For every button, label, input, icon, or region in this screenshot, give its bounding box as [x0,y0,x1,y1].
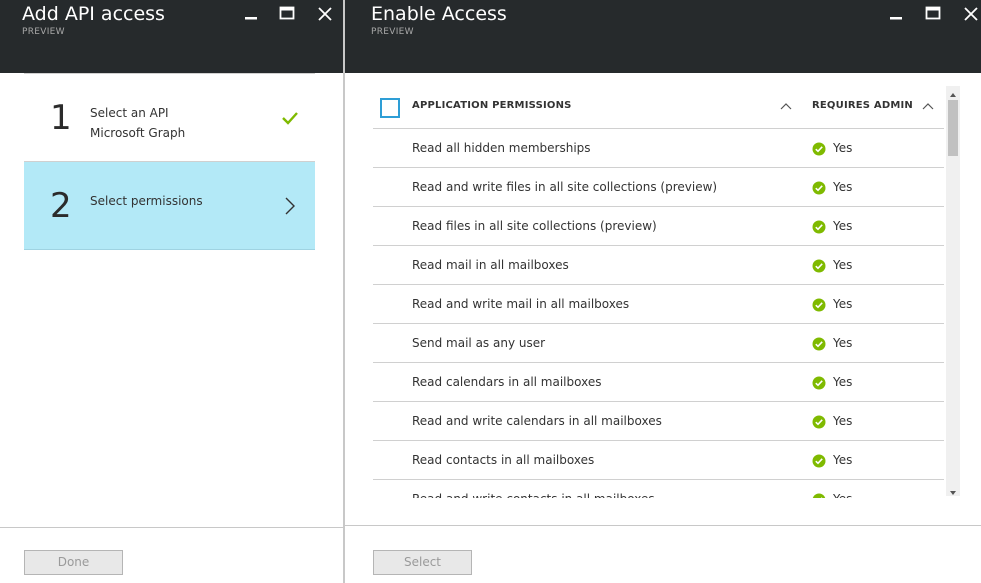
step-value: Microsoft Graph [90,126,186,140]
permission-name: Read and write calendars in all mailboxe… [412,414,662,428]
check-circle-icon [812,453,826,468]
minimize-icon[interactable] [886,4,906,24]
table-row[interactable]: Read files in all site collections (prev… [373,207,944,246]
requires-admin-value: Yes [833,141,853,155]
check-icon [281,110,299,130]
close-icon[interactable] [315,4,335,24]
check-circle-icon [812,492,826,498]
add-api-access-blade: Add API access PREVIEW 1 Select an API M… [0,0,343,583]
scroll-thumb[interactable] [948,100,958,156]
requires-admin-value: Yes [833,453,853,467]
permissions-list: Read all hidden memberships Yes Read and w… [373,129,944,498]
chevron-right-icon [284,196,296,220]
permission-name: Read files in all site collections (prev… [412,219,657,233]
scroll-down-icon[interactable] [946,484,960,496]
requires-admin-value: Yes [833,180,853,194]
step-select-permissions[interactable]: 2 Select permissions [24,162,315,250]
permission-name: Read all hidden memberships [412,141,591,155]
sort-chevron-up-icon[interactable] [780,98,792,110]
requires-admin-value: Yes [833,336,853,350]
grid-header: APPLICATION PERMISSIONS REQUIRES ADMIN [373,86,944,129]
footer-divider [0,527,343,528]
table-row[interactable]: Read mail in all mailboxes Yes [373,246,944,285]
blade-subtitle: PREVIEW [371,27,414,37]
select-all-checkbox[interactable] [380,98,400,118]
blade-subtitle: PREVIEW [22,27,65,37]
permission-name: Send mail as any user [412,336,546,350]
table-row[interactable]: Read all hidden memberships Yes [373,129,944,168]
select-button[interactable]: Select [373,550,472,575]
check-circle-icon [812,375,826,390]
maximize-icon[interactable] [277,4,297,24]
scrollbar[interactable] [946,86,960,496]
enable-access-blade: Enable Access PREVIEW APPLICATION PERMIS… [345,0,981,583]
blade-header: Add API access PREVIEW [0,0,343,73]
requires-admin-value: Yes [833,258,853,272]
check-circle-icon [812,336,826,351]
permission-name: Read contacts in all mailboxes [412,453,595,467]
check-circle-icon [812,258,826,273]
table-row[interactable]: Read and write contacts in all mailboxes… [373,480,944,498]
close-icon[interactable] [961,4,981,24]
table-row[interactable]: Read and write files in all site collect… [373,168,944,207]
blade-header: Enable Access PREVIEW [345,0,981,73]
blade-title: Enable Access [371,3,507,25]
footer-divider [345,525,981,526]
requires-admin-value: Yes [833,219,853,233]
permissions-grid: APPLICATION PERMISSIONS REQUIRES ADMIN R… [373,86,944,498]
table-row[interactable]: Read and write mail in all mailboxes Yes [373,285,944,324]
permission-name: Read and write contacts in all mailboxes [412,492,655,498]
requires-admin-value: Yes [833,375,853,389]
step-number: 2 [50,186,72,226]
permission-name: Read and write mail in all mailboxes [412,297,630,311]
maximize-icon[interactable] [923,4,943,24]
step-label: Select permissions [90,194,203,208]
check-circle-icon [812,141,826,156]
permission-name: Read and write files in all site collect… [412,180,718,194]
column-header-requires-admin[interactable]: REQUIRES ADMIN [812,100,913,111]
column-header-permissions[interactable]: APPLICATION PERMISSIONS [412,100,572,111]
step-select-api[interactable]: 1 Select an API Microsoft Graph [24,74,315,162]
check-circle-icon [812,414,826,429]
permission-name: Read mail in all mailboxes [412,258,569,272]
step-label: Select an API [90,106,169,120]
requires-admin-value: Yes [833,414,853,428]
table-row[interactable]: Read and write calendars in all mailboxe… [373,402,944,441]
requires-admin-value: Yes [833,297,853,311]
sort-chevron-up-icon[interactable] [922,98,934,110]
table-row[interactable]: Send mail as any user Yes [373,324,944,363]
check-circle-icon [812,297,826,312]
table-row[interactable]: Read contacts in all mailboxes Yes [373,441,944,480]
blade-title: Add API access [22,3,165,25]
permission-name: Read calendars in all mailboxes [412,375,602,389]
minimize-icon[interactable] [241,4,261,24]
table-row[interactable]: Read calendars in all mailboxes Yes [373,363,944,402]
scroll-up-icon[interactable] [946,86,960,98]
check-circle-icon [812,180,826,195]
done-button[interactable]: Done [24,550,123,575]
step-number: 1 [50,98,72,138]
check-circle-icon [812,219,826,234]
requires-admin-value: Yes [833,492,852,498]
